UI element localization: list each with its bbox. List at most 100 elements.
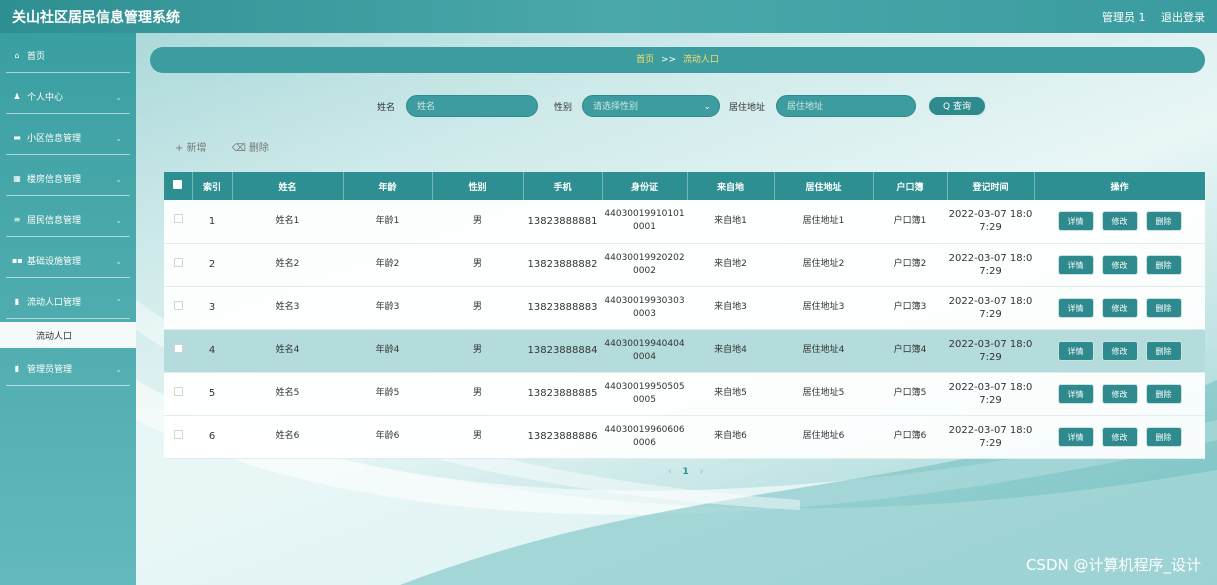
table-cell: 年龄2: [375, 259, 400, 269]
table-cell: 户口簿4: [893, 345, 927, 355]
table-cell: 姓名2: [275, 259, 300, 269]
table-cell: 5: [208, 388, 216, 399]
table-cell: 男: [472, 388, 482, 398]
row-delete-button[interactable]: 删除: [1145, 297, 1182, 318]
table-cell: 户口簿2: [893, 259, 927, 269]
current-user: 管理员 1: [1102, 11, 1146, 24]
row-operations: 详情 修改 删除: [1034, 200, 1205, 243]
column-header: 操作: [1034, 172, 1206, 200]
row-operations: 详情 修改 删除: [1034, 243, 1205, 286]
name-input[interactable]: 姓名: [406, 95, 538, 117]
row-delete-button[interactable]: 删除: [1145, 383, 1182, 404]
table-cell: 13823888883: [527, 302, 598, 313]
chevron-down-icon: ⌄: [115, 216, 122, 225]
table-cell: 男: [472, 259, 482, 269]
row-checkbox[interactable]: [164, 200, 192, 243]
table-cell: 男: [472, 345, 482, 355]
edit-button[interactable]: 修改: [1101, 254, 1138, 275]
table-cell: 来自地5: [714, 388, 747, 398]
row-checkbox[interactable]: [164, 372, 192, 415]
sidebar-item-home[interactable]: ⌂ 首页: [6, 39, 130, 73]
table-cell: 44030019920202 0002: [604, 252, 685, 276]
sidebar-item-admin[interactable]: ▮ 管理员管理 ⌄: [6, 352, 130, 386]
edit-button[interactable]: 修改: [1101, 426, 1138, 447]
edit-button[interactable]: 修改: [1101, 211, 1138, 232]
table-cell: 年龄6: [375, 431, 400, 441]
table-cell: 13823888881: [527, 215, 598, 227]
table-body: 1 姓名1 年龄1 男 13823888881 44030019910101 0001 来自…: [164, 200, 1205, 458]
sidebar-item-resident-info[interactable]: ≡ 居民信息管理 ⌄: [6, 203, 130, 237]
query-button[interactable]: Q 查询: [927, 95, 987, 117]
column-header: 来自地: [687, 172, 775, 200]
table-cell: 2022-03-07 18:0 7:29: [948, 252, 1033, 277]
row-checkbox[interactable]: [164, 286, 192, 329]
row-delete-button[interactable]: 删除: [1145, 211, 1182, 232]
table-cell: 姓名4: [275, 345, 300, 355]
breadcrumb-current: 流动人口: [682, 55, 719, 65]
detail-button[interactable]: 详情: [1057, 211, 1094, 232]
sidebar-item-label: 小区信息管理: [27, 134, 82, 144]
trash-icon: ⌫: [231, 143, 246, 154]
app-title: 关山社区居民信息管理系统: [12, 10, 180, 26]
row-checkbox[interactable]: [164, 415, 192, 458]
sidebar-item-floating-population[interactable]: ▮ 流动人口管理 ⌃: [6, 285, 130, 319]
sidebar-item-label: 基础设施管理: [27, 257, 82, 267]
table-cell: 1: [208, 215, 216, 227]
page-number[interactable]: 1: [682, 467, 688, 477]
top-bar: 关山社区居民信息管理系统 管理员 1 退出登录: [0, 0, 1217, 33]
column-header: 索引: [192, 172, 233, 200]
next-page-button[interactable]: ›: [700, 467, 704, 477]
table-cell: 13823888882: [527, 259, 598, 270]
chevron-down-icon: ⌄: [703, 102, 711, 112]
gender-label: 性别: [554, 103, 573, 113]
row-checkbox[interactable]: [164, 243, 192, 286]
gender-select[interactable]: 请选择性别 ⌄: [582, 95, 720, 117]
delete-button[interactable]: ⌫ 删除: [232, 143, 291, 154]
checkbox-icon: [173, 180, 183, 189]
sidebar-subitem-floating-population[interactable]: 流动人口: [0, 322, 136, 348]
checkbox-icon: [173, 214, 183, 224]
edit-button[interactable]: 修改: [1101, 383, 1138, 404]
table-cell: 4: [208, 345, 216, 356]
table-cell: 居住地址3: [802, 302, 845, 312]
row-operations: 详情 修改 删除: [1034, 415, 1205, 458]
row-delete-button[interactable]: 删除: [1145, 340, 1182, 361]
row-delete-button[interactable]: 删除: [1145, 254, 1182, 275]
table-cell: 2: [208, 259, 216, 270]
table-cell: 姓名5: [275, 388, 300, 398]
detail-button[interactable]: 详情: [1057, 340, 1094, 361]
sidebar-item-infrastructure[interactable]: ▪▪ 基础设施管理 ⌄: [6, 244, 130, 278]
action-bar: + 新增 ⌫ 删除: [175, 139, 313, 154]
table-cell: 2022-03-07 18:0 7:29: [948, 209, 1033, 234]
column-header: 姓名: [232, 172, 344, 200]
table-cell: 来自地4: [714, 345, 747, 355]
edit-button[interactable]: 修改: [1101, 340, 1138, 361]
table-header-row: 索引 姓名 年龄 性别 手机 身份证 来自地 居住地址 户口簿 登记时间 操作: [164, 172, 1206, 200]
add-button[interactable]: + 新增: [175, 143, 207, 154]
watermark: CSDN @计算机程序_设计: [1025, 556, 1201, 574]
data-table: 索引 姓名 年龄 性别 手机 身份证 来自地 居住地址 户口簿 登记时间 操作 …: [164, 172, 1206, 459]
table-row: 6 姓名6 年龄6 男 13823888886 44030019960606 0006 来自…: [164, 415, 1205, 458]
address-input[interactable]: 居住地址: [776, 95, 916, 117]
detail-button[interactable]: 详情: [1057, 297, 1094, 318]
table-cell: 13823888886: [527, 431, 598, 442]
edit-button[interactable]: 修改: [1101, 297, 1138, 318]
breadcrumb-home[interactable]: 首页: [636, 55, 654, 65]
logout-link[interactable]: 退出登录: [1161, 11, 1205, 24]
table-cell: 来自地1: [714, 215, 747, 226]
row-checkbox[interactable]: [164, 329, 192, 372]
table-cell: 年龄1: [375, 215, 400, 226]
prev-page-button[interactable]: ‹: [668, 467, 672, 477]
table-cell: 2022-03-07 18:0 7:29: [948, 295, 1033, 320]
table-cell: 3: [208, 302, 216, 313]
table-cell: 姓名3: [275, 302, 300, 312]
select-all-checkbox[interactable]: [164, 172, 193, 200]
table-cell: 户口簿6: [893, 431, 927, 441]
table-row: 2 姓名2 年龄2 男 13823888882 44030019920202 0002 来自…: [164, 243, 1205, 286]
sidebar-item-community-info[interactable]: ▬ 小区信息管理 ⌄: [6, 121, 130, 155]
detail-button[interactable]: 详情: [1057, 383, 1094, 404]
detail-button[interactable]: 详情: [1057, 426, 1094, 447]
detail-button[interactable]: 详情: [1057, 254, 1094, 275]
row-delete-button[interactable]: 删除: [1145, 426, 1182, 447]
sidebar-item-building-info[interactable]: ▦ 楼房信息管理 ⌄: [6, 162, 130, 196]
